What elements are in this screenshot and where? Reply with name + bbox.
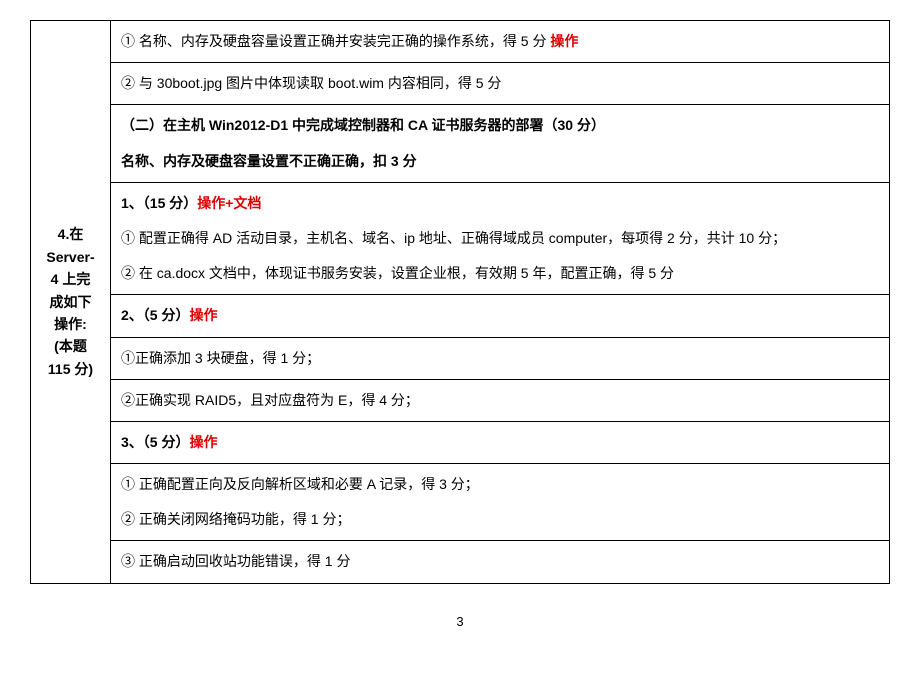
row-3: （二）在主机 Win2012-D1 中完成域控制器和 CA 证书服务器的部署（3… xyxy=(111,105,890,182)
row-8-prefix: 2、（5 分） xyxy=(121,307,189,323)
row-10: ②正确实现 RAID5，且对应盘符为 E，得 4 分； xyxy=(111,379,890,421)
row-5-group: 1、（15 分）操作+文档 ① 配置正确得 AD 活动目录，主机名、域名、ip … xyxy=(111,182,890,295)
row-1-red: 操作 xyxy=(550,33,578,49)
header-l7: 115 分) xyxy=(48,361,93,377)
row-1: ① 名称、内存及硬盘容量设置正确并安装完正确的操作系统，得 5 分 操作 xyxy=(111,21,890,63)
row-8: 2、（5 分）操作 xyxy=(111,295,890,337)
row-6: ① 配置正确得 AD 活动目录，主机名、域名、ip 地址、正确得域成员 comp… xyxy=(121,226,879,251)
spacer xyxy=(121,139,879,149)
row-12: ① 正确配置正向及反向解析区域和必要 A 记录，得 3 分； xyxy=(121,472,879,497)
spacer xyxy=(121,216,879,226)
row-5-prefix: 1、（15 分） xyxy=(121,195,197,211)
row-3-bold: （二）在主机 Win2012-D1 中完成域控制器和 CA 证书服务器的部署（3… xyxy=(121,113,879,138)
row-11-prefix: 3、（5 分） xyxy=(121,434,189,450)
header-l3: 4 上完 xyxy=(51,271,91,287)
row-5-red: 操作+文档 xyxy=(197,195,261,211)
header-l4: 成如下 xyxy=(50,294,92,310)
row-4-bold: 名称、内存及硬盘容量设置不正确正确，扣 3 分 xyxy=(121,149,879,174)
row-7: ② 在 ca.docx 文档中，体现证书服务安装，设置企业根，有效期 5 年，配… xyxy=(121,261,879,286)
row-8-red: 操作 xyxy=(189,307,217,323)
row-12-13: ① 正确配置正向及反向解析区域和必要 A 记录，得 3 分； ② 正确关闭网络掩… xyxy=(111,464,890,541)
spacer xyxy=(121,497,879,507)
row-11-red: 操作 xyxy=(189,434,217,450)
row-11: 3、（5 分）操作 xyxy=(111,421,890,463)
row-14: ③ 正确启动回收站功能错误，得 1 分 xyxy=(111,541,890,583)
row-5: 1、（15 分）操作+文档 xyxy=(121,191,879,216)
row-1-prefix: ① 名称、内存及硬盘容量设置正确并安装完正确的操作系统，得 5 分 xyxy=(121,33,550,49)
row-9: ①正确添加 3 块硬盘，得 1 分； xyxy=(111,337,890,379)
section-header-cell: 4.在 Server- 4 上完 成如下 操作: (本题 115 分) xyxy=(31,21,111,584)
header-l1: 4.在 xyxy=(58,226,84,242)
spacer xyxy=(121,251,879,261)
page-number: 3 xyxy=(30,614,890,629)
row-13: ② 正确关闭网络掩码功能，得 1 分； xyxy=(121,507,879,532)
scoring-table: 4.在 Server- 4 上完 成如下 操作: (本题 115 分) ① 名称… xyxy=(30,20,890,584)
header-l6: (本题 xyxy=(54,338,87,354)
header-l5: 操作: xyxy=(54,316,87,332)
header-l2: Server- xyxy=(46,249,94,265)
row-2: ② 与 30boot.jpg 图片中体现读取 boot.wim 内容相同，得 5… xyxy=(111,63,890,105)
